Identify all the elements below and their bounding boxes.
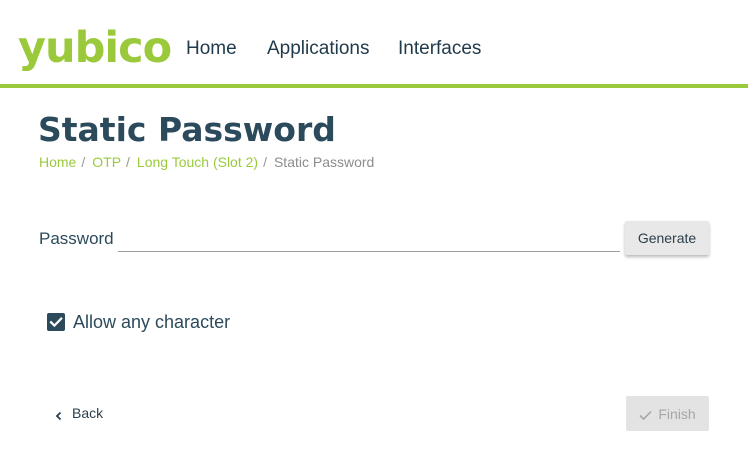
breadcrumb-otp[interactable]: OTP [92, 154, 121, 170]
back-button-label: Back [72, 405, 104, 421]
breadcrumb-long-touch-slot-2[interactable]: Long Touch (Slot 2) [137, 154, 258, 170]
password-label: Password [39, 229, 114, 248]
nav-applications[interactable]: Applications [267, 38, 369, 60]
nav-interfaces[interactable]: Interfaces [398, 38, 481, 60]
breadcrumb-separator: / [81, 154, 86, 170]
check-icon [639, 408, 652, 421]
generate-button[interactable]: Generate [625, 221, 709, 255]
breadcrumb-current: Static Password [273, 154, 375, 170]
password-input[interactable] [118, 226, 620, 252]
allow-any-character-label[interactable]: Allow any character [73, 312, 230, 333]
allow-any-character-checkbox[interactable] [47, 313, 65, 331]
finish-button[interactable]: Finish [626, 396, 709, 431]
finish-button-label: Finish [658, 405, 696, 422]
app-header: yubico Home Applications Interfaces [0, 0, 748, 88]
chevron-left-icon [54, 408, 64, 421]
nav-home[interactable]: Home [186, 38, 237, 60]
breadcrumb: Home / OTP / Long Touch (Slot 2) / Stati… [39, 154, 374, 170]
page-title: Static Password [38, 110, 336, 149]
back-button[interactable]: Back [46, 397, 111, 429]
yubico-logo[interactable]: yubico [18, 20, 172, 76]
breadcrumb-separator: / [263, 154, 267, 170]
breadcrumb-home[interactable]: Home [39, 154, 76, 170]
breadcrumb-separator: / [126, 154, 130, 170]
checkmark-icon [49, 317, 63, 328]
